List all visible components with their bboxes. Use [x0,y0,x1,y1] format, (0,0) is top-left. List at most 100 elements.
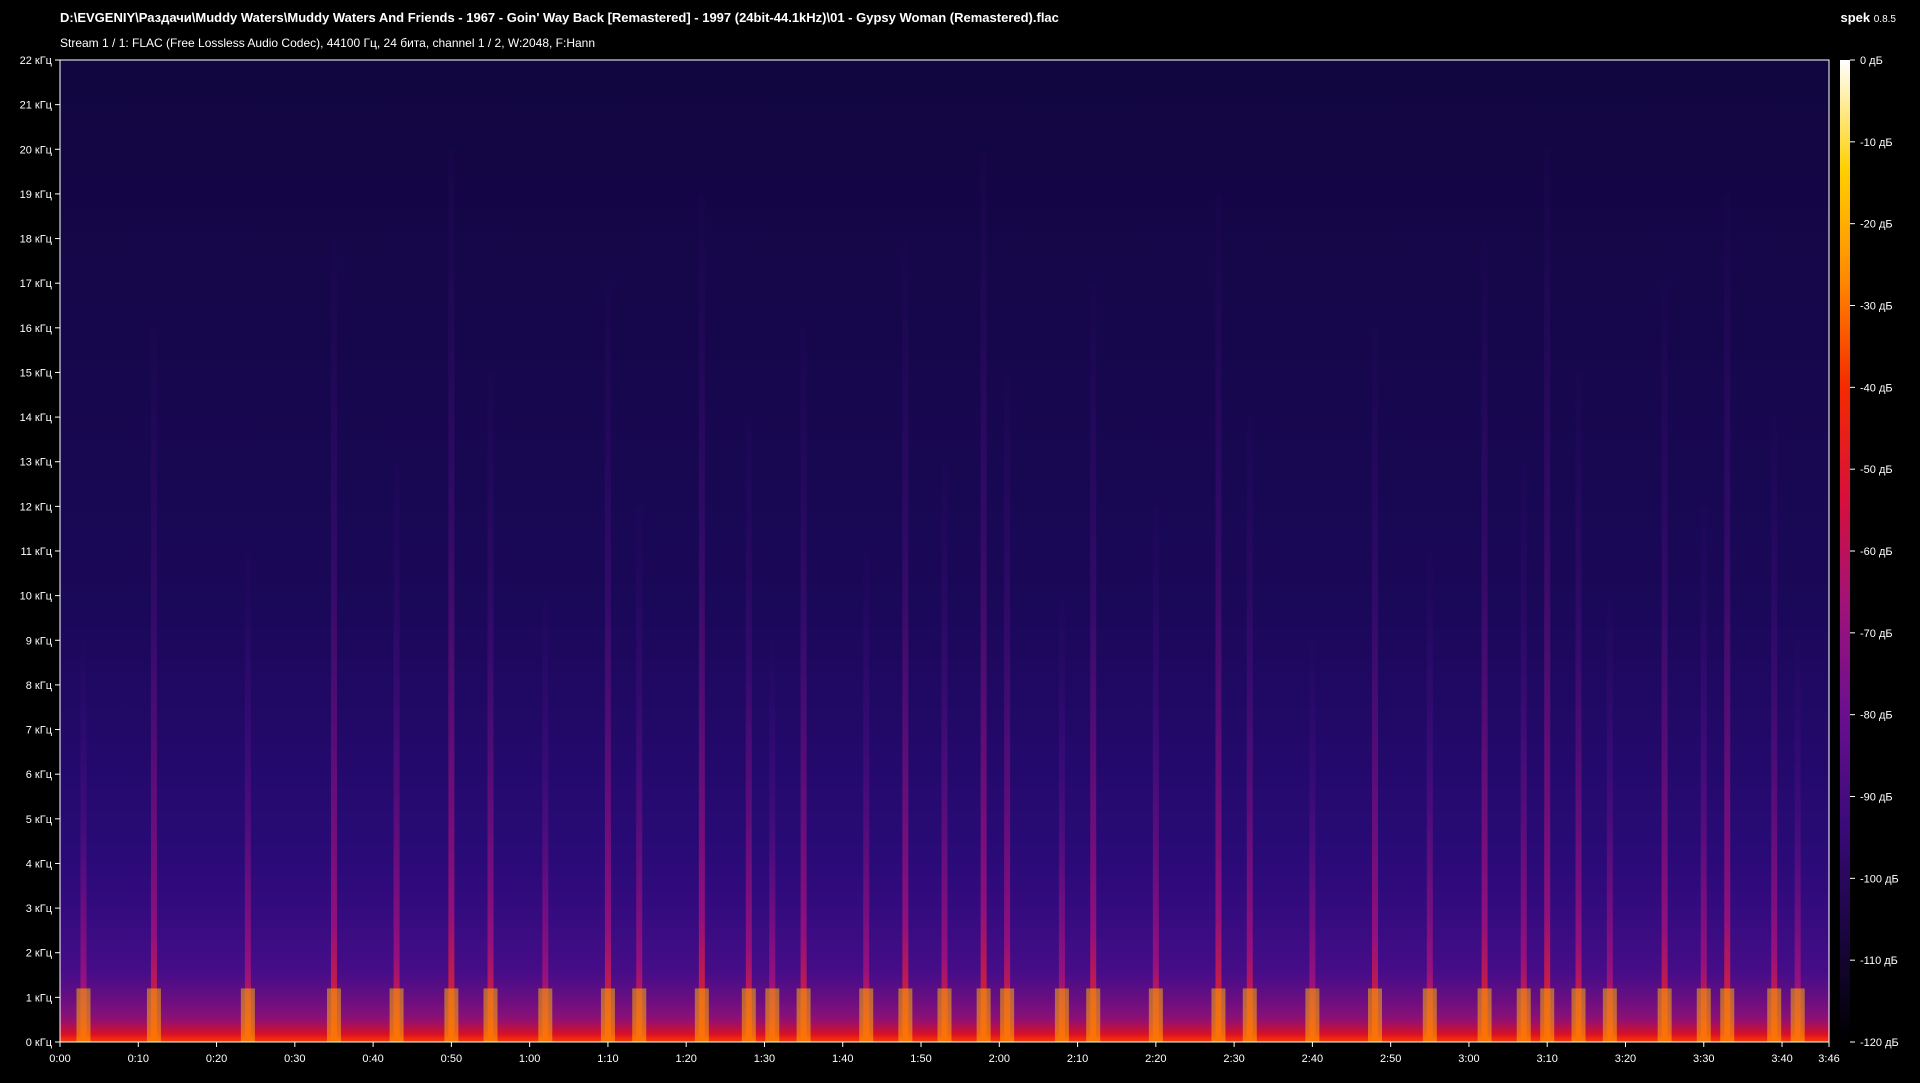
x-tick-label: 0:00 [49,1053,70,1065]
peak-streak [1700,506,1707,1042]
colorbar-label: -100 дБ [1860,873,1899,885]
x-tick-label: 1:50 [910,1053,931,1065]
x-tick-label: 0:40 [362,1053,383,1065]
peak-streak [1606,595,1613,1042]
x-tick-label: 2:30 [1223,1053,1244,1065]
x-tick-label: 2:00 [989,1053,1010,1065]
peak-streak [1771,417,1778,1042]
x-tick-label: 2:40 [1302,1053,1323,1065]
peak-streak [244,551,251,1042]
peak-hotspot [1368,988,1383,1042]
y-tick-label: 20 кГц [20,144,53,156]
y-tick-label: 8 кГц [26,680,53,692]
x-tick-label: 2:20 [1145,1053,1166,1065]
peak-hotspot [937,988,952,1042]
peak-hotspot [1086,988,1101,1042]
x-tick-label: 3:40 [1771,1053,1792,1065]
y-tick-label: 13 кГц [20,457,53,469]
x-axis: 0:00 0:10 0:20 0:30 0:40 0:50 1:00 1:10 1:20 1:30… [49,1042,1840,1065]
peak-streak [1090,283,1097,1042]
peak-streak [1426,551,1433,1042]
peak-streak [1004,372,1011,1042]
peak-streak [1309,640,1316,1042]
y-tick-label: 4 кГц [26,858,53,870]
colorbar-label: -20 дБ [1860,219,1893,231]
colorbar-label: -50 дБ [1860,464,1893,476]
peak-hotspot [1657,988,1672,1042]
peak-streak [487,372,494,1042]
peak-hotspot [1422,988,1437,1042]
y-tick-label: 3 кГц [26,903,53,915]
y-tick-label: 1 кГц [26,992,53,1004]
peak-hotspot [538,988,553,1042]
peak-hotspot [1696,988,1711,1042]
colorbar-label: -10 дБ [1860,137,1893,149]
peak-streak [448,149,455,1043]
peak-hotspot [1767,988,1782,1042]
colorbar-label: -70 дБ [1860,628,1893,640]
peak-hotspot [326,988,341,1042]
peak-hotspot [765,988,780,1042]
colorbar-label: -120 дБ [1860,1037,1899,1049]
peak-hotspot [632,988,647,1042]
peak-hotspot [600,988,615,1042]
peak-streak [1481,238,1488,1042]
peak-hotspot [859,988,874,1042]
peak-hotspot [1516,988,1531,1042]
peak-streak [150,327,157,1042]
colorbar-axis: 0 дБ -10 дБ -20 дБ -30 дБ -40 дБ -50 дБ -60 дБ… [1850,55,1899,1049]
peak-hotspot [1211,988,1226,1042]
peak-hotspot [694,988,709,1042]
peak-streak [604,283,611,1042]
peak-hotspot [1148,988,1163,1042]
peak-streak [863,551,870,1042]
x-tick-label: 0:10 [128,1053,149,1065]
peak-streak [1372,327,1379,1042]
peak-hotspot [1305,988,1320,1042]
x-tick-label: 1:00 [519,1053,540,1065]
y-tick-label: 14 кГц [20,412,53,424]
y-tick-label: 2 кГц [26,948,53,960]
x-tick-label: 3:46 [1818,1053,1839,1065]
peak-streak [1544,149,1551,1043]
colorbar-label: -60 дБ [1860,546,1893,558]
x-tick-label: 3:30 [1693,1053,1714,1065]
x-tick-label: 1:30 [754,1053,775,1065]
y-tick-label: 11 кГц [20,546,52,558]
colorbar-label: 0 дБ [1860,55,1883,67]
peak-streak [542,595,549,1042]
peak-streak [1520,461,1527,1042]
y-tick-label: 7 кГц [26,725,53,737]
peak-hotspot [741,988,756,1042]
peak-hotspot [1540,988,1555,1042]
colorbar-label: -110 дБ [1860,955,1898,967]
peak-streak [902,238,909,1042]
peak-hotspot [1790,988,1805,1042]
peak-hotspot [389,988,404,1042]
x-tick-label: 1:10 [597,1053,618,1065]
peak-streak [745,417,752,1042]
x-tick-label: 0:50 [441,1053,462,1065]
x-tick-label: 3:00 [1458,1053,1479,1065]
peak-streak [1575,372,1582,1042]
peak-hotspot [1054,988,1069,1042]
colorbar-label: -80 дБ [1860,710,1893,722]
peak-streak [330,238,337,1042]
peak-streak [1661,283,1668,1042]
y-tick-label: 10 кГц [20,591,53,603]
x-tick-label: 1:40 [832,1053,853,1065]
peak-hotspot [976,988,991,1042]
colorbar-label: -90 дБ [1860,792,1893,804]
peak-streak [1215,193,1222,1043]
peak-streak [980,149,987,1043]
x-tick-label: 3:20 [1615,1053,1636,1065]
peak-streak [800,327,807,1042]
y-tick-label: 17 кГц [20,278,53,290]
y-tick-label: 5 кГц [26,814,53,826]
y-tick-label: 9 кГц [26,635,53,647]
y-tick-label: 22 кГц [20,55,53,67]
x-tick-label: 0:20 [206,1053,227,1065]
y-tick-label: 21 кГц [20,100,53,112]
peak-hotspot [796,988,811,1042]
x-tick-label: 2:50 [1380,1053,1401,1065]
